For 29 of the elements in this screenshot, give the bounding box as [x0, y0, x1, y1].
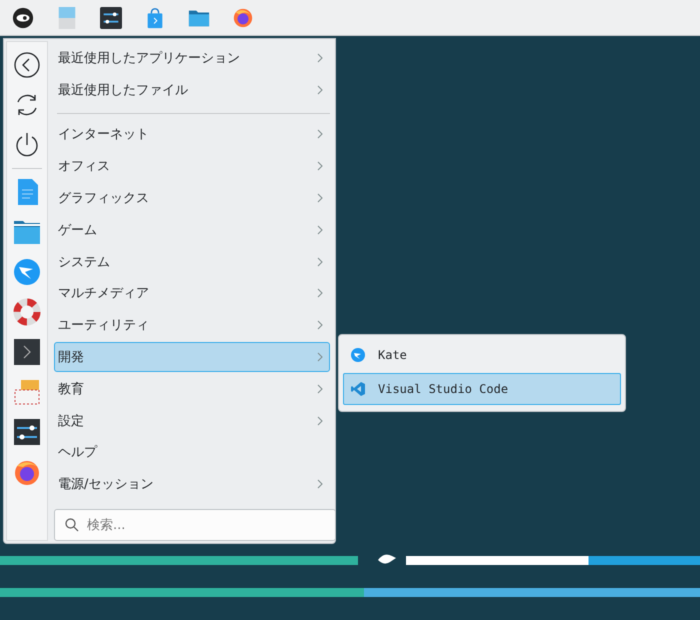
- folder-icon[interactable]: [13, 218, 41, 246]
- settings-sliders-icon[interactable]: [13, 418, 41, 446]
- terminal-icon[interactable]: [13, 338, 41, 366]
- menu-item[interactable]: 設定: [54, 406, 330, 436]
- firefox-icon[interactable]: [232, 6, 254, 28]
- menu-item[interactable]: マルチメディア: [54, 278, 330, 308]
- submenu-item[interactable]: Visual Studio Code: [343, 373, 621, 405]
- back-icon[interactable]: [13, 51, 41, 79]
- submenu-item[interactable]: Kate: [343, 339, 621, 371]
- menu-item[interactable]: グラフィックス: [54, 183, 330, 213]
- menu-item[interactable]: ユーティリティ: [54, 310, 330, 340]
- menu-item[interactable]: 電源/セッション: [54, 469, 330, 500]
- menu-item[interactable]: 最近使用したアプリケーション: [54, 43, 330, 73]
- firefox-icon[interactable]: [13, 458, 41, 486]
- menu-item[interactable]: ヘルプ: [54, 437, 330, 468]
- menu-item[interactable]: オフィス: [54, 151, 330, 182]
- menu-item[interactable]: 最近使用したファイル: [54, 74, 330, 105]
- swift-bird-icon[interactable]: [13, 258, 41, 286]
- menu-item[interactable]: システム: [54, 246, 330, 276]
- search-field[interactable]: 検索...: [54, 509, 336, 542]
- code-editor-icon: [350, 381, 366, 397]
- menu-item[interactable]: 教育: [54, 374, 330, 404]
- search-icon: [65, 518, 79, 532]
- menu-item[interactable]: インターネット: [54, 120, 330, 150]
- menu-item[interactable]: 開発: [54, 342, 330, 372]
- bird-app-icon: [350, 347, 366, 363]
- settings-sliders-icon[interactable]: [100, 6, 122, 28]
- lifebuoy-icon[interactable]: [13, 298, 41, 326]
- menu-item[interactable]: ゲーム: [54, 214, 330, 245]
